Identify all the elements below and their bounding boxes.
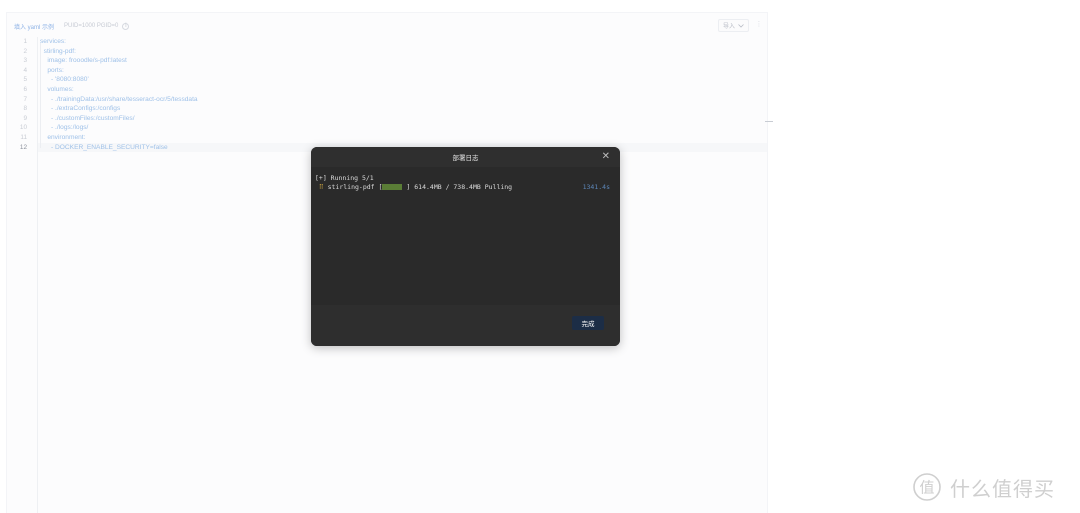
line-number: 7 — [23, 95, 27, 103]
indent-guide — [40, 43, 41, 148]
code-line[interactable]: 8 - ./extraConfigs:/configs — [23, 104, 767, 114]
info-icon[interactable]: i — [122, 22, 130, 30]
line-number: 3 — [23, 57, 27, 65]
progress-text: 614.4MB / 738.4MB Pulling — [414, 182, 513, 191]
elapsed-time: 1341.4s — [582, 182, 610, 191]
scrollbar-mark[interactable] — [765, 121, 773, 122]
smzdm-logo-icon: 值 — [913, 473, 941, 501]
code-text: ports: — [40, 66, 64, 74]
line-number: 9 — [23, 114, 27, 122]
log-line-pull: ⠿ stirling-pdf [] 614.4MB / 738.4MB Pull… — [318, 182, 610, 191]
chevron-down-icon — [738, 23, 744, 28]
code-line[interactable]: 1 services: — [23, 37, 767, 47]
line-number: 11 — [20, 133, 27, 141]
spinner-icon: ⠿ — [318, 182, 324, 191]
code-line[interactable]: 5 - '8080:8080' — [23, 75, 767, 85]
code-text: stirling-pdf: — [40, 47, 76, 55]
code-text: image: frooodle/s-pdf:latest — [40, 57, 127, 65]
code-text: - ./trainingData:/usr/share/tesseract-oc… — [40, 95, 198, 103]
code-text: - ./customFiles:/customFiles/ — [40, 114, 135, 122]
more-icon[interactable]: ⋮ — [755, 20, 763, 30]
code-line[interactable]: 3 image: frooodle/s-pdf:latest — [23, 56, 767, 66]
svg-text:值: 值 — [919, 479, 934, 497]
deploy-log-dialog: 部署日志 ✕ [+] Running 5/1 ⠿ stirling-pdf []… — [311, 147, 620, 346]
code-line[interactable]: 4 ports: — [23, 66, 767, 76]
code-text: - '8080:8080' — [40, 76, 89, 84]
dialog-footer: 完成 — [311, 305, 620, 346]
log-output: [+] Running 5/1 ⠿ stirling-pdf [] 614.4M… — [311, 167, 620, 305]
puid-hint: PUID=1000 PGID=0 — [64, 23, 119, 29]
code-line[interactable]: 9 - ./customFiles:/customFiles/ — [23, 114, 767, 124]
code-text: services: — [40, 38, 67, 45]
close-icon[interactable]: ✕ — [602, 151, 610, 163]
line-number: 6 — [23, 85, 27, 93]
code-line[interactable]: 2 stirling-pdf: — [23, 47, 767, 57]
line-number: 4 — [23, 66, 27, 74]
dialog-title: 部署日志 — [452, 155, 479, 162]
code-line[interactable]: 11 environment: — [20, 133, 767, 143]
import-label: 导入 — [722, 24, 735, 30]
code-line[interactable]: 6 volumes: — [23, 85, 767, 95]
line-number: 8 — [23, 105, 27, 113]
service-name: stirling-pdf — [327, 182, 375, 191]
import-dropdown-button[interactable]: 导入 — [717, 19, 749, 32]
line-number: 12 — [19, 143, 27, 151]
line-number: 1 — [23, 38, 27, 45]
code-text: - DOCKER_ENABLE_SECURITY=false — [40, 143, 168, 151]
editor-header: 填入 yaml 示例 PUID=1000 PGID=0 i 导入 ⋮ — [7, 13, 767, 39]
code-text: environment: — [40, 133, 86, 141]
fill-yaml-example-link[interactable]: 填入 yaml 示例 — [14, 22, 54, 31]
code-text: volumes: — [40, 85, 74, 93]
log-line-running: [+] Running 5/1 — [315, 174, 374, 182]
line-number: 5 — [23, 76, 27, 84]
code-editor[interactable]: 1 services: 2 stirling-pdf: 3 image: froood… — [20, 37, 767, 153]
watermark-text: 什么值得买 — [950, 476, 1055, 501]
watermark: 值 什么值得买 — [912, 470, 1074, 504]
code-line[interactable]: 7 - ./trainingData:/usr/share/tesseract-… — [23, 95, 767, 105]
dialog-header: 部署日志 ✕ — [311, 147, 620, 167]
code-text: - ./logs:/logs/ — [40, 124, 89, 132]
line-number: 10 — [19, 124, 27, 132]
line-number: 2 — [23, 47, 27, 55]
done-button[interactable]: 完成 — [572, 316, 604, 330]
code-text: - ./extraConfigs:/configs — [40, 105, 121, 113]
screen: 填入 yaml 示例 PUID=1000 PGID=0 i 导入 ⋮ 1 serv… — [0, 0, 1080, 513]
download-progress-bar — [382, 183, 407, 190]
code-line[interactable]: 10 - ./logs:/logs/ — [20, 123, 767, 133]
